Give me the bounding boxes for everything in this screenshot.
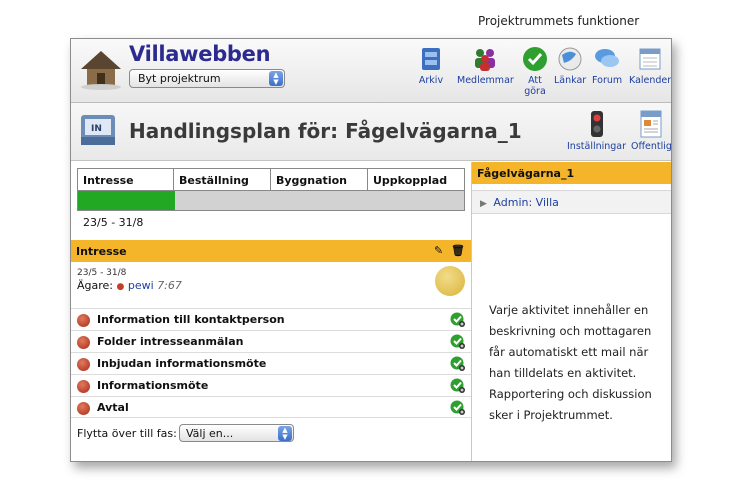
toolbar-forum-label: Forum bbox=[592, 75, 623, 86]
activity-row[interactable]: Inbjudan informationsmöte bbox=[71, 352, 471, 374]
assign-check-icon[interactable] bbox=[450, 356, 465, 371]
phase-progress-remaining bbox=[174, 191, 464, 210]
todo-check-icon bbox=[523, 47, 547, 71]
traffic-light-settings-icon bbox=[590, 111, 603, 137]
activity-label[interactable]: Avtal bbox=[97, 401, 129, 414]
activity-status-dot-icon bbox=[77, 358, 90, 371]
phase-bestallning[interactable]: Beställning bbox=[174, 169, 271, 190]
members-icon bbox=[475, 49, 496, 71]
feature-description: Varje aktivitet innehåller en beskrivnin… bbox=[489, 303, 652, 422]
phase-header-row: Intresse Beställning Byggnation Uppkoppl… bbox=[78, 169, 464, 191]
edit-pencil-icon[interactable]: ✎ bbox=[434, 244, 443, 257]
assign-check-icon[interactable] bbox=[450, 378, 465, 393]
activity-status-dot-icon bbox=[77, 336, 90, 349]
select-arrows-icon: ▲ ▼ bbox=[269, 71, 283, 86]
assign-check-icon[interactable] bbox=[450, 334, 465, 349]
activity-label[interactable]: Folder intresseanmälan bbox=[97, 335, 243, 348]
phase-uppkopplad[interactable]: Uppkopplad bbox=[368, 169, 464, 190]
sidebar-project-title: Fågelvägarna_1 bbox=[472, 162, 671, 184]
owner-status-icon: ● bbox=[116, 282, 125, 292]
public-label: Offentlig bbox=[631, 141, 672, 152]
activity-label[interactable]: Information till kontaktperson bbox=[97, 313, 285, 326]
activity-status-dot-icon bbox=[77, 402, 90, 415]
forum-bubble-icon bbox=[595, 49, 620, 67]
move-phase-select-value: Välj en... bbox=[186, 427, 234, 440]
archive-icon bbox=[422, 48, 440, 70]
owner-name-link[interactable]: pewi bbox=[128, 279, 154, 292]
trash-icon[interactable]: 🗑 bbox=[451, 244, 465, 257]
phase-section-title: Intresse bbox=[76, 245, 127, 258]
app-header: Villawebben Byt projektrum ▲ ▼ Arkiv Medl… bbox=[71, 39, 671, 103]
owner-time: 7:67 bbox=[157, 279, 182, 292]
move-phase-label: Flytta över till fas: bbox=[77, 427, 177, 440]
toolbar-forum[interactable]: Forum bbox=[592, 45, 622, 86]
activity-list: Information till kontaktperson Folder in… bbox=[71, 308, 471, 418]
public-button[interactable]: Offentlig bbox=[631, 109, 672, 152]
inbox-tray-icon: IN bbox=[81, 115, 115, 145]
select-arrows-icon: ▲ ▼ bbox=[278, 426, 292, 441]
project-select-value: Byt projektrum bbox=[138, 72, 221, 85]
toolbar-calendar-label: Kalender bbox=[629, 75, 672, 86]
phase-progress-bar bbox=[78, 191, 464, 210]
toolbar-links-label: Länkar bbox=[554, 75, 587, 86]
activity-row[interactable]: Informationsmöte bbox=[71, 374, 471, 396]
activity-row[interactable]: Information till kontaktperson bbox=[71, 308, 471, 330]
toolbar-todo-label: Att göra bbox=[524, 75, 546, 97]
activity-status-dot-icon bbox=[77, 380, 90, 393]
phase-intresse[interactable]: Intresse bbox=[78, 169, 174, 190]
phase-table: Intresse Beställning Byggnation Uppkoppl… bbox=[77, 168, 465, 211]
phase-status-circle-icon bbox=[435, 266, 465, 296]
project-switch-select[interactable]: Byt projektrum ▲ ▼ bbox=[129, 69, 285, 88]
toolbar-archive[interactable]: Arkiv bbox=[417, 45, 445, 86]
task-owner: Ägare: ● pewi 7:67 bbox=[77, 279, 467, 292]
section-actions: ✎ 🗑 bbox=[434, 244, 465, 257]
task-info: 23/5 - 31/8 Ägare: ● pewi 7:67 bbox=[77, 268, 467, 308]
public-page-icon bbox=[640, 110, 662, 138]
calendar-icon bbox=[639, 48, 661, 70]
activity-label[interactable]: Inbjudan informationsmöte bbox=[97, 357, 266, 370]
activity-row[interactable]: Folder intresseanmälan bbox=[71, 330, 471, 352]
owner-label: Ägare: bbox=[77, 279, 114, 292]
assign-check-icon[interactable] bbox=[450, 400, 465, 415]
sidebar-admin-item[interactable]: ▶ Admin: Villa bbox=[472, 190, 671, 214]
settings-label: Inställningar bbox=[567, 141, 627, 152]
toolbar-archive-label: Arkiv bbox=[418, 75, 444, 86]
phase-date-range: 23/5 - 31/8 bbox=[83, 216, 144, 229]
svg-text:IN: IN bbox=[91, 124, 102, 134]
activity-label[interactable]: Informationsmöte bbox=[97, 379, 208, 392]
move-phase-select[interactable]: Välj en... ▲ ▼ bbox=[179, 424, 294, 442]
toolbar-calendar[interactable]: Kalender bbox=[629, 45, 671, 86]
toolbar-todo[interactable]: Att göra bbox=[521, 45, 549, 97]
house-logo-icon[interactable] bbox=[79, 47, 123, 91]
phase-byggnation[interactable]: Byggnation bbox=[271, 169, 368, 190]
plan-header: IN Handlingsplan för: Fågelvägarna_1 Ins… bbox=[71, 103, 671, 161]
plan-main: Intresse Beställning Byggnation Uppkoppl… bbox=[71, 162, 471, 461]
toolbar-members-label: Medlemmar bbox=[457, 75, 514, 86]
plan-title: Handlingsplan för: Fågelvägarna_1 bbox=[129, 119, 522, 143]
activity-status-dot-icon bbox=[77, 314, 90, 327]
phase-progress-fill bbox=[78, 191, 175, 210]
disclosure-triangle-icon[interactable]: ▶ bbox=[480, 199, 487, 209]
links-globe-icon bbox=[558, 47, 582, 71]
app-title: Villawebben bbox=[129, 42, 271, 66]
toolbar-links[interactable]: Länkar bbox=[554, 45, 586, 86]
toolbar-members[interactable]: Medlemmar bbox=[457, 45, 514, 86]
admin-label[interactable]: Admin: Villa bbox=[493, 196, 558, 209]
settings-button[interactable]: Inställningar bbox=[567, 109, 626, 152]
page-caption: Projektrummets funktioner bbox=[478, 14, 640, 28]
assign-check-icon[interactable] bbox=[450, 312, 465, 327]
phase-section-header: Intresse ✎ 🗑 bbox=[71, 240, 471, 262]
activity-row[interactable]: Avtal bbox=[71, 396, 471, 418]
task-date: 23/5 - 31/8 bbox=[77, 268, 127, 278]
